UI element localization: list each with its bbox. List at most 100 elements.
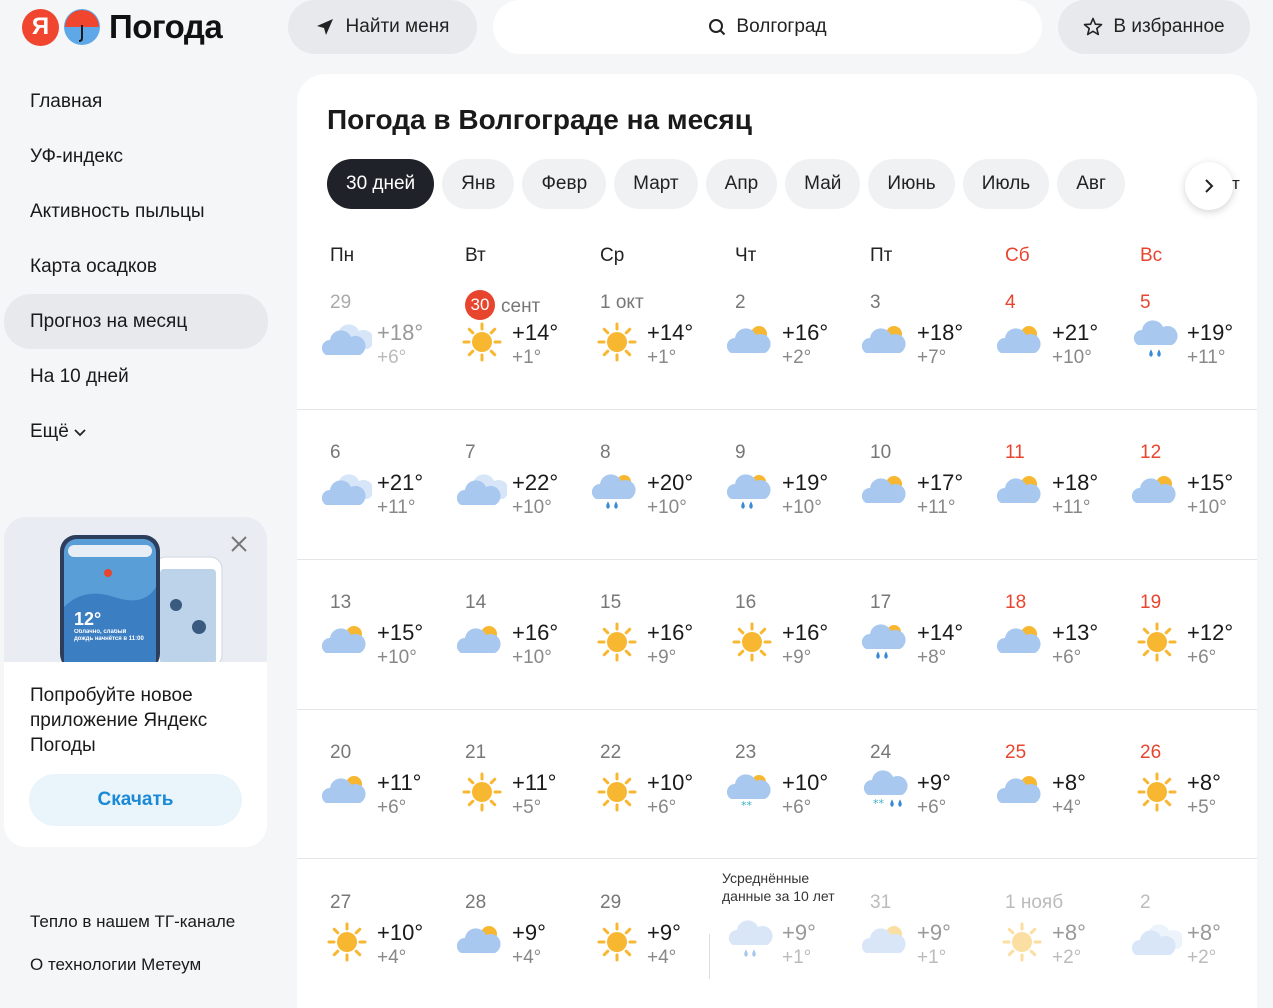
close-icon[interactable] xyxy=(229,533,249,561)
day-cell[interactable]: 24 ** +9° +6° xyxy=(863,742,1002,852)
day-cell[interactable]: 11 +18° +11° xyxy=(997,442,1137,552)
temp-low: +6° xyxy=(377,347,407,368)
day-cell[interactable]: 3 +18° +7° xyxy=(862,292,1002,402)
day-date-text: сент xyxy=(501,296,541,318)
day-cell[interactable]: 10 +17° +11° xyxy=(862,442,1002,552)
temp-high: +22° xyxy=(512,470,559,495)
temp-low: +4° xyxy=(512,947,542,968)
day-date-text: 22 xyxy=(600,742,622,763)
weekday-mon: Пн xyxy=(330,245,355,266)
svg-text:**: ** xyxy=(741,799,753,812)
find-me-button[interactable]: Найти меня xyxy=(288,0,477,54)
day-cell[interactable]: 22 +10° +6° xyxy=(597,742,732,852)
search-input[interactable]: Волгоград xyxy=(493,0,1042,54)
day-cell[interactable]: 29 +9° +4° xyxy=(597,892,732,1002)
day-date-text: 24 xyxy=(870,742,892,763)
day-cell[interactable]: 16 +16° +9° xyxy=(732,592,867,702)
logo[interactable]: Я Погода xyxy=(22,8,223,46)
day-cell[interactable]: 27 +10° +4° xyxy=(327,892,462,1002)
temp-low: +5° xyxy=(512,797,542,818)
day-cell[interactable]: 15 +16° +9° xyxy=(597,592,732,702)
tab-apr[interactable]: Апр xyxy=(705,159,778,209)
download-button[interactable]: Скачать xyxy=(29,774,242,826)
day-date-text: 27 xyxy=(330,892,352,913)
day-cell[interactable]: 4 +21° +10° xyxy=(997,292,1137,402)
search-icon xyxy=(709,19,726,36)
day-cell[interactable]: 7 +22° +10° xyxy=(457,442,597,552)
day-cell[interactable]: 30 сент +14° +1° xyxy=(462,290,597,402)
nav-label: Карта осадков xyxy=(30,255,158,277)
tab-may[interactable]: Май xyxy=(785,159,861,209)
day-cell[interactable]: 25 +8° +4° xyxy=(997,742,1137,852)
tab-jun[interactable]: Июнь xyxy=(868,159,955,209)
sun-icon xyxy=(597,622,637,662)
day-cell[interactable]: 6 +21° +11° xyxy=(322,442,462,552)
today-badge: 30 xyxy=(465,290,495,320)
tab-jan[interactable]: Янв xyxy=(442,159,515,209)
tabs-next-button[interactable] xyxy=(1185,162,1233,210)
partly-cloudy-icon xyxy=(727,326,771,353)
day-cell[interactable]: 5 +19° +11° xyxy=(1133,292,1257,402)
temp-low: +10° xyxy=(647,497,687,518)
nav-label: Активность пыльцы xyxy=(30,200,205,222)
nav-item-pollen[interactable]: Активность пыльцы xyxy=(4,184,268,239)
day-cell[interactable]: +9° +1° xyxy=(728,892,867,1002)
nav-item-uv-index[interactable]: УФ-индекс xyxy=(4,129,268,184)
weekday-sun: Вс xyxy=(1140,245,1163,266)
nav-item-10-days[interactable]: На 10 дней xyxy=(4,349,268,404)
tab-mar[interactable]: Март xyxy=(614,159,698,209)
meteum-link[interactable]: О технологии Метеум xyxy=(30,955,201,975)
temp-low: +6° xyxy=(1052,647,1082,668)
day-cell[interactable]: 2 +8° +2° xyxy=(1132,892,1257,1002)
day-cell[interactable]: 26 +8° +5° xyxy=(1137,742,1257,852)
nav-item-more[interactable]: Ещё xyxy=(4,404,268,459)
day-date-text: 2 xyxy=(735,292,746,313)
day-date-text: 4 xyxy=(1005,292,1016,313)
nav-item-main[interactable]: Главная xyxy=(4,74,268,129)
nav-item-precip-map[interactable]: Карта осадков xyxy=(4,239,268,294)
nav-item-month-forecast[interactable]: Прогноз на месяц xyxy=(4,294,268,349)
day-date-text: 11 xyxy=(1005,442,1025,463)
day-cell[interactable]: 17 +14° +8° xyxy=(862,592,1002,702)
sun-icon xyxy=(597,922,637,962)
temp-low: +2° xyxy=(1052,947,1082,968)
partly-cloudy-icon xyxy=(862,926,906,953)
tab-feb[interactable]: Февр xyxy=(522,159,607,209)
tab-30-days[interactable]: 30 дней xyxy=(327,159,435,209)
rain-icon xyxy=(1133,320,1178,357)
day-date: 21 xyxy=(465,742,486,764)
day-date-text: 6 xyxy=(330,442,341,463)
day-cell[interactable]: 8 +20° +10° xyxy=(592,442,732,552)
add-favorite-button[interactable]: В избранное xyxy=(1058,0,1250,54)
day-cell[interactable]: 2 +16° +2° xyxy=(727,292,867,402)
temp-low: +10° xyxy=(1187,497,1227,518)
day-cell[interactable]: 1 окт +14° +1° xyxy=(597,292,732,402)
day-cell[interactable]: 12 +15° +10° xyxy=(1132,442,1257,552)
day-cell[interactable]: 29 +18° +6° xyxy=(322,292,462,402)
temp-high: +19° xyxy=(782,470,829,495)
tab-jul[interactable]: Июль xyxy=(962,159,1050,209)
tab-aug[interactable]: Авг xyxy=(1057,159,1125,209)
day-date-text: 1 окт xyxy=(600,292,644,313)
day-date-text: 14 xyxy=(465,592,487,613)
temp-low: +6° xyxy=(917,797,947,818)
day-cell[interactable]: 23 ** +10° +6° xyxy=(727,742,867,852)
day-cell[interactable]: 18 +13° +6° xyxy=(997,592,1137,702)
temp-high: +8° xyxy=(1187,770,1221,795)
day-date: 4 xyxy=(1005,292,1016,314)
temp-low: +9° xyxy=(647,647,677,668)
day-cell[interactable]: 21 +11° +5° xyxy=(462,742,597,852)
average-data-note: Усреднённые данные за 10 лет xyxy=(722,870,835,904)
day-cell[interactable]: 1 нояб +8° +2° xyxy=(1002,892,1137,1002)
day-date: 2 xyxy=(1140,892,1151,914)
day-cell[interactable]: 14 +16° +10° xyxy=(457,592,597,702)
day-cell[interactable]: 13 +15° +10° xyxy=(322,592,462,702)
tg-channel-link[interactable]: Тепло в нашем ТГ-канале xyxy=(30,912,235,932)
day-cell[interactable]: 20 +11° +6° xyxy=(322,742,462,852)
temp-high: +10° xyxy=(377,920,424,945)
day-cell[interactable]: 19 +12° +6° xyxy=(1137,592,1257,702)
temp-high: +9° xyxy=(782,920,816,945)
day-cell[interactable]: 31 +9° +1° xyxy=(862,892,1002,1002)
day-cell[interactable]: 9 +19° +10° xyxy=(727,442,867,552)
day-cell[interactable]: 28 +9° +4° xyxy=(457,892,597,1002)
